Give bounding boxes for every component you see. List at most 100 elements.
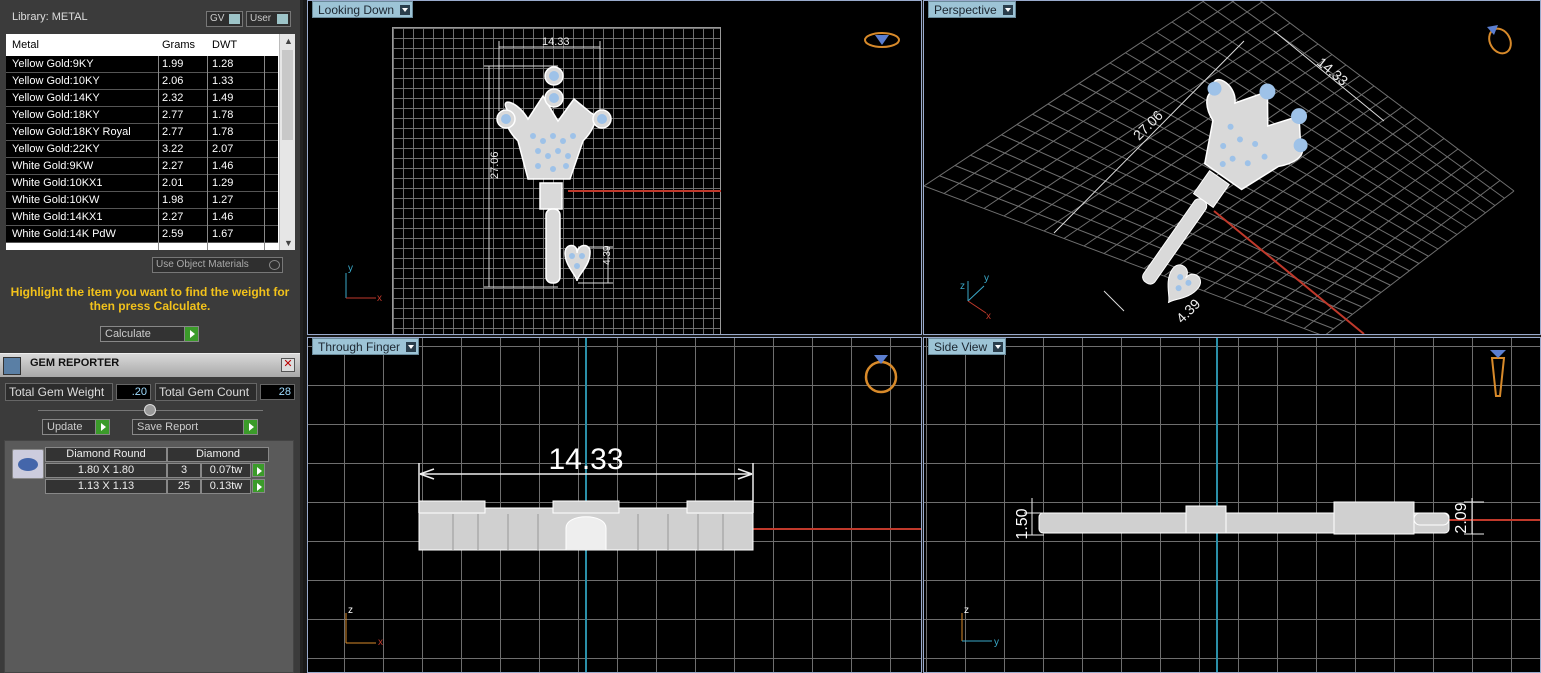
viewport-tab-looking-down[interactable]: Looking Down <box>312 1 414 18</box>
calculate-button[interactable]: Calculate <box>100 326 199 342</box>
heart-dimension: 4.39 <box>602 245 613 265</box>
ring-orientation-icon[interactable] <box>864 32 900 48</box>
gem-shape-header: Diamond Round <box>45 447 167 462</box>
left-panel: Library: METAL GV User Metal Grams DWT Y… <box>0 0 303 673</box>
column-divider <box>158 56 159 250</box>
play-icon <box>243 420 257 434</box>
table-row[interactable]: Yellow Gold:22KY 3.22 2.07 <box>6 141 278 158</box>
viewport-tab-side-view[interactable]: Side View <box>928 338 1007 355</box>
metal-name: Yellow Gold:14KY <box>12 92 100 104</box>
user-toggle-label: User <box>250 13 272 24</box>
calculate-label: Calculate <box>105 328 151 340</box>
column-divider <box>264 56 265 250</box>
key-profile <box>418 500 754 551</box>
viewport-tab-through-finger[interactable]: Through Finger <box>312 338 420 355</box>
gem-reporter-title: GEM REPORTER <box>30 357 120 369</box>
user-toggle[interactable]: User <box>246 11 291 27</box>
scroll-up-icon[interactable]: ▲ <box>284 36 293 46</box>
gem-row-action-button[interactable] <box>252 463 265 477</box>
column-header-dwt[interactable]: DWT <box>212 39 237 51</box>
gv-toggle-label: GV <box>210 13 225 24</box>
table-row[interactable]: White Gold:14KX1 2.27 1.46 <box>6 209 278 226</box>
metal-dwt: 1.49 <box>212 92 234 104</box>
column-header-grams[interactable]: Grams <box>162 39 195 51</box>
gem-reporter-icon <box>3 357 21 375</box>
table-row[interactable]: Yellow Gold:9KY 1.99 1.28 <box>6 56 278 73</box>
metal-grams: 2.77 <box>162 109 184 121</box>
metal-name: White Gold:10KX1 <box>12 177 103 189</box>
heart-dimension: 4.39 <box>1173 295 1204 326</box>
viewport-side-view[interactable]: 1.50 2.09 z y Side View <box>923 337 1541 673</box>
table-row[interactable]: White Gold:10KX1 2.01 1.29 <box>6 175 278 192</box>
viewport-perspective[interactable]: 27.06 14.33 4.39 z y x Perspective <box>923 0 1541 335</box>
gem-size: 1.80 X 1.80 <box>45 463 167 478</box>
table-row[interactable]: Yellow Gold:10KY 2.06 1.33 <box>6 73 278 90</box>
metal-grams: 2.01 <box>162 177 184 189</box>
x-axis-label: x <box>378 637 383 648</box>
gem-reporter-header: GEM REPORTER ✕ <box>0 353 300 377</box>
metal-dwt: 1.29 <box>212 177 234 189</box>
table-row[interactable]: Yellow Gold:18KY 2.77 1.78 <box>6 107 278 124</box>
total-gem-count-label: Total Gem Count <box>155 383 257 401</box>
metal-name: White Gold:9KW <box>12 160 94 172</box>
metal-table: Metal Grams DWT Yellow Gold:9KY 1.99 1.28 Y… <box>6 34 295 250</box>
ring-orientation-icon[interactable] <box>864 355 898 394</box>
table-row[interactable]: Yellow Gold:18KY Royal 2.77 1.78 <box>6 124 278 141</box>
chevron-down-icon[interactable] <box>406 342 417 352</box>
table-row[interactable]: White Gold:10KW 1.98 1.27 <box>6 192 278 209</box>
left-thickness-dimension: 1.50 <box>1014 508 1031 539</box>
column-header-metal[interactable]: Metal <box>12 39 39 51</box>
perspective-drawing: 27.06 14.33 4.39 z y x <box>924 1 1515 334</box>
scroll-thumb[interactable] <box>282 50 293 140</box>
viewport-tab-perspective[interactable]: Perspective <box>928 1 1016 18</box>
right-thickness-dimension: 2.09 <box>1453 502 1470 533</box>
axis-gizmo: z x <box>345 605 383 648</box>
y-axis-label: y <box>994 637 999 648</box>
metal-grams: 2.32 <box>162 92 184 104</box>
gem-count: 3 <box>167 463 201 478</box>
table-scrollbar[interactable]: ▲ ▼ <box>279 34 295 250</box>
use-object-materials-toggle[interactable]: Use Object Materials <box>152 257 283 273</box>
metal-name: White Gold:10KW <box>12 194 100 206</box>
axis-gizmo: z y x <box>960 273 991 322</box>
gem-weight: 0.13tw <box>201 479 251 494</box>
viewport-looking-down[interactable]: 14.33 27.06 4.39 y x Looking Down <box>307 0 922 335</box>
metal-grams: 2.06 <box>162 75 184 87</box>
viewport-label: Through Finger <box>318 340 401 354</box>
chevron-down-icon[interactable] <box>1002 5 1013 15</box>
metal-dwt: 1.46 <box>212 211 234 223</box>
y-axis-label: y <box>984 273 989 284</box>
gem-list: Diamond Round Diamond 1.80 X 1.80 3 0.07… <box>4 440 294 673</box>
axis-gizmo: y x <box>345 263 382 304</box>
save-report-button[interactable]: Save Report <box>132 419 258 435</box>
chevron-down-icon[interactable] <box>400 5 411 15</box>
metal-dwt: 1.27 <box>212 194 234 206</box>
height-dimension: 27.06 <box>489 151 501 179</box>
update-button[interactable]: Update <box>42 419 110 435</box>
table-row[interactable]: Yellow Gold:14KY 2.32 1.49 <box>6 90 278 107</box>
metal-dwt: 1.33 <box>212 75 234 87</box>
table-row[interactable]: White Gold:9KW 2.27 1.46 <box>6 158 278 175</box>
metal-grams: 3.22 <box>162 143 184 155</box>
slider-handle[interactable] <box>144 404 156 416</box>
metal-name: Yellow Gold:9KY <box>12 58 94 70</box>
metal-dwt: 1.28 <box>212 58 234 70</box>
metal-dwt: 2.07 <box>212 143 234 155</box>
close-icon[interactable]: ✕ <box>281 358 295 372</box>
ring-orientation-icon[interactable] <box>1485 25 1515 58</box>
top-view-drawing: 14.33 27.06 4.39 y x <box>345 32 900 304</box>
gv-toggle[interactable]: GV <box>206 11 243 27</box>
scroll-down-icon[interactable]: ▼ <box>284 238 293 248</box>
ring-orientation-icon[interactable] <box>1490 350 1506 397</box>
table-row[interactable]: White Gold:14K PdW 2.59 1.67 <box>6 226 278 243</box>
gem-row-action-button[interactable] <box>252 479 265 493</box>
column-divider <box>207 56 208 250</box>
toggle-indicator-icon <box>277 14 288 24</box>
calculate-hint: Highlight the item you want to find the … <box>10 285 290 313</box>
metal-dwt: 1.67 <box>212 228 234 240</box>
metal-dwt: 1.78 <box>212 126 234 138</box>
y-axis-label: y <box>348 263 353 274</box>
chevron-down-icon[interactable] <box>993 342 1004 352</box>
viewport-through-finger[interactable]: 14.33 z x Through Finger <box>307 337 922 673</box>
library-title: Library: METAL <box>12 11 88 23</box>
